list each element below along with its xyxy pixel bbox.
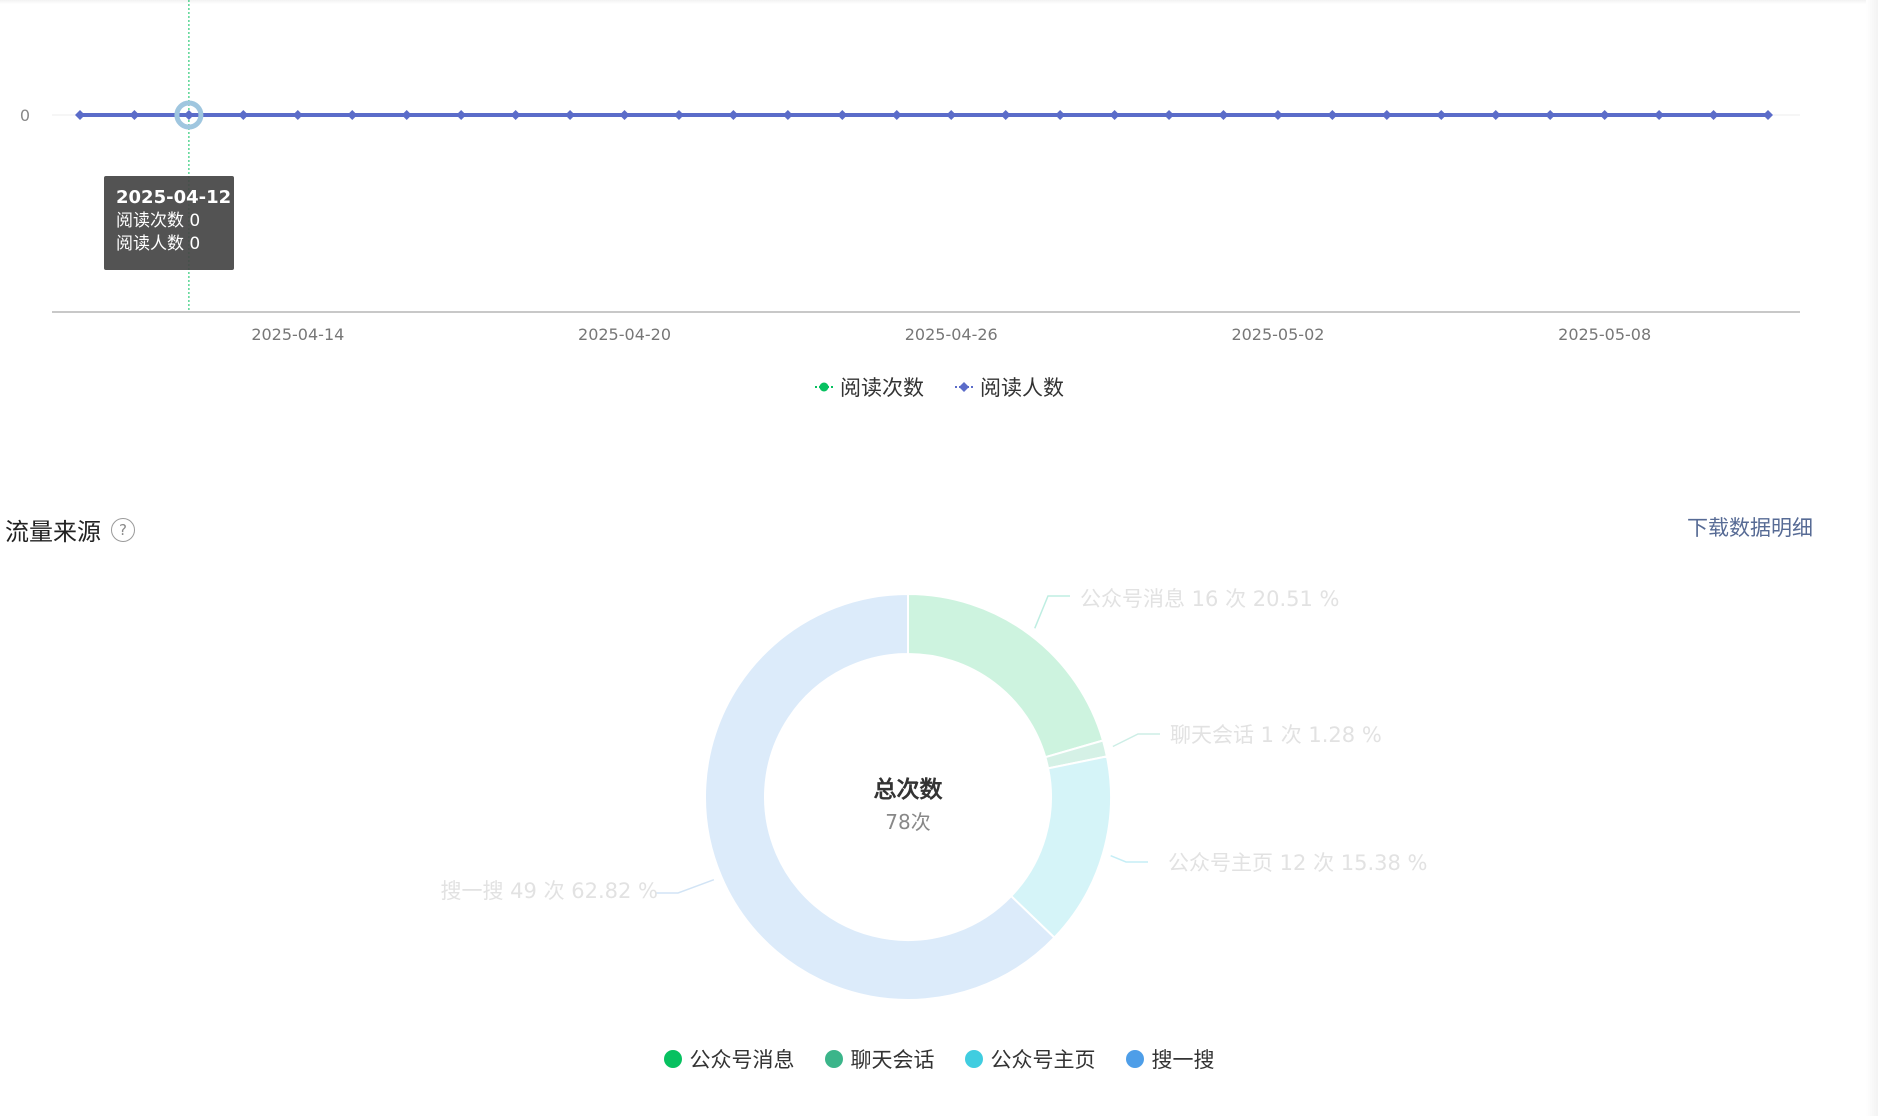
legend-label-homepage: 公众号主页: [990, 1048, 1096, 1072]
donut-center-value: 78次: [885, 810, 930, 834]
legend-item-homepage[interactable]: 公众号主页: [964, 1044, 1096, 1074]
data-point-readers[interactable]: [728, 110, 739, 120]
data-point-readers[interactable]: [456, 110, 467, 120]
data-point-readers[interactable]: [1381, 110, 1392, 120]
data-point-readers[interactable]: [292, 110, 303, 120]
data-point-readers[interactable]: [946, 110, 957, 120]
data-point-readers[interactable]: [1055, 110, 1066, 120]
help-icon[interactable]: ?: [111, 517, 135, 542]
slice-label: 公众号主页 12 次 15.38 %: [1168, 851, 1428, 875]
slice-label-line: [1112, 733, 1160, 748]
legend-label-search: 搜一搜: [1151, 1048, 1215, 1072]
data-point-readers[interactable]: [891, 110, 902, 120]
data-point-readers[interactable]: [1109, 110, 1120, 120]
legend-dot-icon: [815, 382, 833, 392]
slice-label-line: [1110, 855, 1148, 863]
donut-legend: 公众号消息 聊天会话 公众号主页 搜一搜: [0, 1044, 1878, 1074]
data-point-readers[interactable]: [401, 110, 412, 120]
donut-slice[interactable]: [907, 592, 1105, 759]
download-details-link[interactable]: 下载数据明细: [1687, 512, 1813, 542]
traffic-donut-chart: 公众号消息 16 次 20.51 % 聊天会话 1 次 1.28 % 公众号主页 1…: [441, 587, 1428, 1001]
section-title: 流量来源 ?: [5, 512, 135, 547]
tooltip-readers: 阅读人数 0: [116, 234, 201, 254]
data-point-readers[interactable]: [238, 110, 249, 120]
x-tick-label: 2025-04-20: [578, 325, 671, 344]
x-tick-label: 2025-05-08: [1558, 325, 1651, 344]
data-point-readers[interactable]: [1218, 110, 1229, 120]
data-point-readers[interactable]: [1327, 110, 1338, 120]
legend-label-account-message: 公众号消息: [689, 1048, 795, 1072]
legend-item-chat[interactable]: 聊天会话: [824, 1044, 935, 1074]
data-point-readers[interactable]: [1164, 110, 1175, 120]
legend-label-chat: 聊天会话: [850, 1048, 935, 1072]
x-tick-label: 2025-04-26: [905, 325, 998, 344]
data-point-readers[interactable]: [75, 110, 85, 120]
x-tick-label: 2025-04-14: [251, 325, 344, 344]
data-point-readers[interactable]: [1545, 110, 1556, 120]
data-point-readers[interactable]: [347, 110, 358, 120]
data-point-readers[interactable]: [1436, 110, 1447, 120]
data-point-readers[interactable]: [619, 110, 630, 120]
data-point-readers[interactable]: [1272, 110, 1283, 120]
data-point-readers[interactable]: [1654, 110, 1665, 120]
data-point-readers[interactable]: [837, 110, 848, 120]
legend-dot-icon: [824, 1050, 843, 1068]
legend-label-readers: 阅读人数: [980, 376, 1064, 400]
tooltip-date: 2025-04-12: [116, 187, 232, 208]
data-point-readers[interactable]: [1000, 110, 1011, 120]
data-point-readers[interactable]: [782, 110, 793, 120]
donut-center-title: 总次数: [874, 776, 944, 803]
data-point-readers[interactable]: [183, 110, 194, 120]
data-point-readers[interactable]: [565, 110, 576, 120]
y-tick-label: 0: [20, 106, 30, 125]
data-point-readers[interactable]: [673, 110, 684, 120]
legend-item-search[interactable]: 搜一搜: [1125, 1044, 1215, 1074]
slice-label: 搜一搜 49 次 62.82 %: [441, 879, 659, 903]
legend-item-readers[interactable]: 阅读人数: [954, 372, 1064, 402]
legend-label-reads: 阅读次数: [840, 376, 924, 400]
slice-label: 公众号消息 16 次 20.51 %: [1080, 587, 1340, 611]
slice-label-line: [1034, 595, 1070, 629]
line-chart-legend: 阅读次数 阅读人数: [0, 372, 1878, 402]
slice-label: 聊天会话 1 次 1.28 %: [1170, 723, 1382, 747]
reading-line-chart: 0 2025-04-14 2025-04-20 2025-04-26 2025-05-0…: [20, 0, 1800, 344]
data-point-readers[interactable]: [1763, 110, 1773, 120]
data-point-readers[interactable]: [1708, 110, 1719, 120]
tooltip-reads: 阅读次数 0: [116, 211, 201, 231]
legend-diamond-icon: [955, 382, 973, 392]
chart-tooltip: 2025-04-12 阅读次数 0 阅读人数 0: [104, 176, 234, 270]
slice-label-line: [656, 879, 715, 894]
legend-dot-icon: [1125, 1050, 1144, 1068]
legend-item-account-message[interactable]: 公众号消息: [663, 1044, 795, 1074]
data-point-readers[interactable]: [1599, 110, 1610, 120]
x-tick-label: 2025-05-02: [1231, 325, 1324, 344]
data-point-readers[interactable]: [1490, 110, 1501, 120]
legend-dot-icon: [964, 1050, 983, 1068]
data-point-readers[interactable]: [510, 110, 521, 120]
legend-dot-icon: [663, 1050, 682, 1068]
legend-item-reads[interactable]: 阅读次数: [814, 372, 924, 402]
data-point-readers[interactable]: [129, 110, 140, 120]
traffic-title: 流量来源: [5, 518, 101, 546]
